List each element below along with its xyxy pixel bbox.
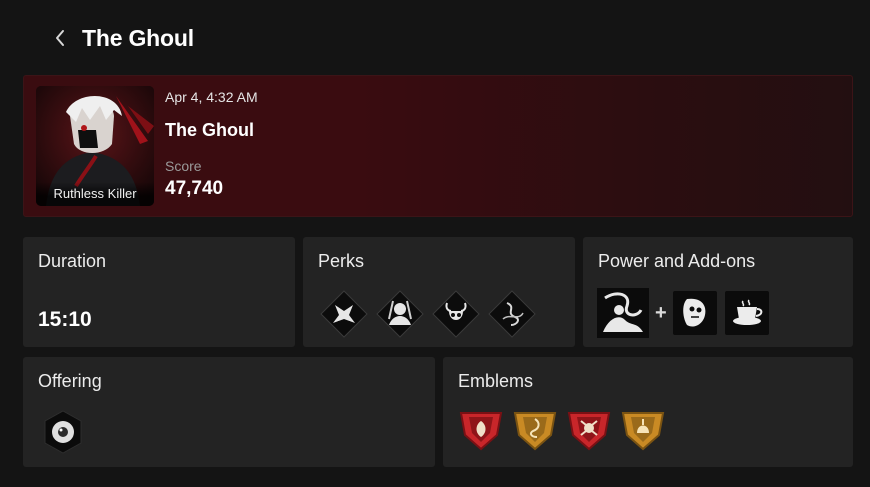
emblem-gatekeeper-icon[interactable] xyxy=(457,405,505,453)
power-title: Power and Add-ons xyxy=(598,251,756,271)
emblem-devout-icon[interactable] xyxy=(511,405,559,453)
addon-cup-icon[interactable] xyxy=(724,291,769,335)
emblem-malicious-icon[interactable] xyxy=(565,405,613,453)
perk-1-icon[interactable] xyxy=(319,289,369,339)
match-summary-card: Ruthless Killer Apr 4, 4:32 AM The Ghoul… xyxy=(23,75,853,217)
chevron-left-icon xyxy=(56,30,64,46)
offering-eye-icon[interactable] xyxy=(41,409,85,455)
emblem-chaser-icon[interactable] xyxy=(619,405,667,453)
power-card: Power and Add-ons + xyxy=(583,237,853,347)
perks-card: Perks xyxy=(303,237,575,347)
score-value: 47,740 xyxy=(165,178,224,199)
addon-mask-icon[interactable] xyxy=(672,291,717,335)
perk-3-icon[interactable] xyxy=(431,289,481,339)
offering-title: Offering xyxy=(38,371,102,391)
offering-card: Offering xyxy=(23,357,435,467)
duration-card: Duration 15:10 xyxy=(23,237,295,347)
perks-title: Perks xyxy=(318,251,365,271)
match-date: Apr 4, 4:32 AM xyxy=(165,89,258,105)
killer-title-label: Ruthless Killer xyxy=(36,182,154,206)
emblems-title: Emblems xyxy=(458,371,534,391)
cup-glyph-icon xyxy=(732,299,763,325)
emblems-card: Emblems xyxy=(443,357,853,467)
duration-value: 15:10 xyxy=(38,308,92,331)
mask-glyph-icon xyxy=(682,298,706,327)
killer-portrait: Ruthless Killer xyxy=(36,86,154,206)
score-label: Score xyxy=(165,158,202,174)
page-header: The Ghoul xyxy=(48,20,194,56)
perk-2-icon[interactable] xyxy=(375,289,425,339)
duration-title: Duration xyxy=(38,251,107,271)
killer-name: The Ghoul xyxy=(165,120,254,140)
back-button[interactable] xyxy=(48,26,72,50)
page-title: The Ghoul xyxy=(82,24,194,51)
addon-plus-sign: + xyxy=(655,301,667,324)
power-icon[interactable] xyxy=(597,288,649,338)
perk-4-icon[interactable] xyxy=(487,289,537,339)
